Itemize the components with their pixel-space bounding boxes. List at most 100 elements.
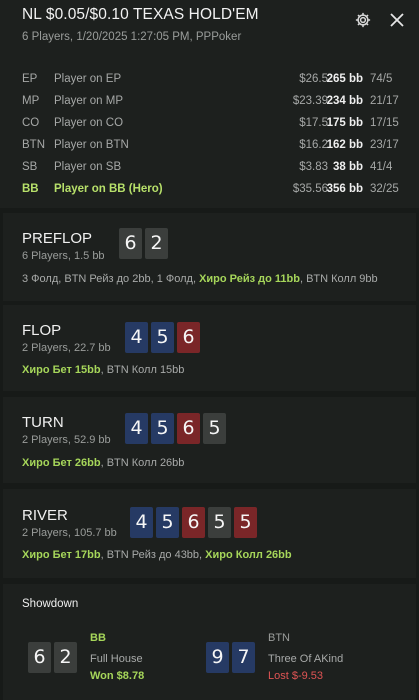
street-title: FLOP	[22, 322, 62, 339]
player-stats: 32/25	[370, 183, 399, 195]
player-stack: $26.5	[299, 73, 328, 85]
card: 4	[130, 507, 153, 538]
action-text: , BTN Колл 15bb	[100, 364, 185, 376]
hero-action: Хиро Рейз до 11bb	[199, 273, 300, 285]
card: 6	[177, 322, 200, 353]
hero-hole-cards: 6 2	[119, 228, 168, 259]
player-name: Player on CO	[54, 117, 124, 129]
player-row-co[interactable]: CO Player on CO $17.5 175 bb 17/15	[0, 113, 419, 135]
player-position: CO	[22, 117, 40, 129]
street-flop: FLOP 2 Players, 22.7 bb 4 5 6 Хиро Бет 1…	[3, 305, 416, 391]
street-title: PREFLOP	[22, 230, 93, 247]
street-info: 2 Players, 105.7 bb	[22, 527, 117, 539]
card: 5	[151, 322, 174, 353]
card: 7	[232, 642, 255, 673]
hero-action: Хиро Колл 26bb	[205, 549, 292, 561]
card: 6	[28, 642, 51, 673]
player-stack-bb: 356 bb	[326, 183, 363, 195]
card: 6	[182, 507, 205, 538]
player-stack: $23.39	[292, 95, 328, 107]
player-name: Player on BB (Hero)	[54, 183, 163, 195]
card: 5	[151, 413, 174, 444]
street-actions: Хиро Бет 26bb, BTN Колл 26bb	[22, 457, 184, 469]
showdown-title: Showdown	[22, 598, 79, 610]
street-info: 2 Players, 52.9 bb	[22, 434, 111, 446]
street-info: 6 Players, 1.5 bb	[22, 250, 105, 262]
showdown-panel: Showdown 6 2 BB Full House Won $8.78 9 7…	[3, 584, 416, 700]
street-info: 2 Players, 22.7 bb	[22, 342, 111, 354]
hero-action: Хиро Бет 17bb	[22, 549, 101, 561]
street-preflop: PREFLOP 6 Players, 1.5 bb 6 2 3 Фолд, BT…	[3, 213, 416, 301]
player-name: Player on EP	[54, 73, 122, 85]
villain-result: Lost $-9.53	[268, 670, 324, 682]
hero-action: Хиро Бет 15bb	[22, 364, 101, 376]
player-stack: $35.56	[292, 183, 328, 195]
player-position: BB	[22, 183, 39, 195]
street-actions: Хиро Бет 17bb, BTN Рейз до 43bb, Хиро Ко…	[22, 549, 292, 561]
player-row-btn[interactable]: BTN Player on BTN $16.2 162 bb 23/17	[0, 135, 419, 157]
hand-header: NL $0.05/$0.10 TEXAS HOLD'EM 6 Players, …	[0, 0, 419, 58]
player-position: EP	[22, 73, 38, 85]
action-text: , BTN Колл 9bb	[299, 273, 378, 285]
player-name: Player on SB	[54, 161, 122, 173]
hero-hand-rank: Full House	[90, 653, 143, 665]
player-name: Player on MP	[54, 95, 124, 107]
hand-subtitle: 6 Players, 1/20/2025 1:27:05 PM, PPPoker	[22, 31, 242, 43]
street-actions: Хиро Бет 15bb, BTN Колл 15bb	[22, 364, 184, 376]
street-turn: TURN 2 Players, 52.9 bb 4 5 6 5 Хиро Бет…	[3, 397, 416, 483]
player-stack: $3.83	[299, 161, 328, 173]
player-row-ep[interactable]: EP Player on EP $26.5 265 bb 74/5	[0, 69, 419, 91]
card: 6	[177, 413, 200, 444]
player-stats: 74/5	[370, 73, 393, 85]
card: 5	[208, 507, 231, 538]
action-text: , BTN Колл 26bb	[100, 457, 185, 469]
board-cards: 4 5 6 5	[125, 413, 226, 444]
villain-position: BTN	[268, 632, 290, 644]
card: 4	[125, 413, 148, 444]
player-stats: 17/15	[370, 117, 399, 129]
hero-result: Won $8.78	[90, 670, 145, 682]
player-row-bb-hero[interactable]: BB Player on BB (Hero) $35.56 356 bb 32/…	[0, 179, 419, 201]
card: 9	[206, 642, 229, 673]
villain-hand-rank: Three Of AKind	[268, 653, 344, 665]
player-stack-bb: 234 bb	[326, 95, 363, 107]
villain-showdown-cards: 9 7	[206, 642, 255, 673]
board-cards: 4 5 6	[125, 322, 200, 353]
player-position: BTN	[22, 139, 45, 151]
hand-title: NL $0.05/$0.10 TEXAS HOLD'EM	[22, 6, 259, 23]
close-icon[interactable]	[387, 10, 407, 30]
player-stats: 23/17	[370, 139, 399, 151]
player-stack-bb: 265 bb	[326, 73, 363, 85]
player-stack: $17.5	[299, 117, 328, 129]
player-stats: 21/17	[370, 95, 399, 107]
player-stack-bb: 38 bb	[332, 161, 363, 173]
card: 2	[145, 228, 168, 259]
street-actions: 3 Фолд, BTN Рейз до 2bb, 1 Фолд, Хиро Ре…	[22, 273, 378, 285]
player-stats: 41/4	[370, 161, 393, 173]
player-row-mp[interactable]: MP Player on MP $23.39 234 bb 21/17	[0, 91, 419, 113]
player-stack-bb: 162 bb	[326, 139, 363, 151]
action-text: 3 Фолд, BTN Рейз до 2bb, 1 Фолд,	[22, 273, 200, 285]
hero-position: BB	[90, 632, 106, 644]
board-cards: 4 5 6 5 5	[130, 507, 257, 538]
player-name: Player on BTN	[54, 139, 129, 151]
player-stack-bb: 175 bb	[326, 117, 363, 129]
street-river: RIVER 2 Players, 105.7 bb 4 5 6 5 5 Хиро…	[3, 489, 416, 578]
hero-showdown-cards: 6 2	[28, 642, 77, 673]
street-title: TURN	[22, 414, 64, 431]
card: 2	[54, 642, 77, 673]
card: 4	[125, 322, 148, 353]
player-position: MP	[22, 95, 40, 107]
action-text: , BTN Рейз до 43bb,	[100, 549, 206, 561]
street-title: RIVER	[22, 507, 68, 524]
hero-action: Хиро Бет 26bb	[22, 457, 101, 469]
gear-icon[interactable]	[354, 11, 372, 29]
card: 5	[234, 507, 257, 538]
player-position: SB	[22, 161, 38, 173]
card: 5	[203, 413, 226, 444]
card: 6	[119, 228, 142, 259]
players-table: EP Player on EP $26.5 265 bb 74/5 MP Pla…	[0, 58, 419, 208]
player-stack: $16.2	[299, 139, 328, 151]
player-row-sb[interactable]: SB Player on SB $3.83 38 bb 41/4	[0, 157, 419, 179]
card: 5	[156, 507, 179, 538]
